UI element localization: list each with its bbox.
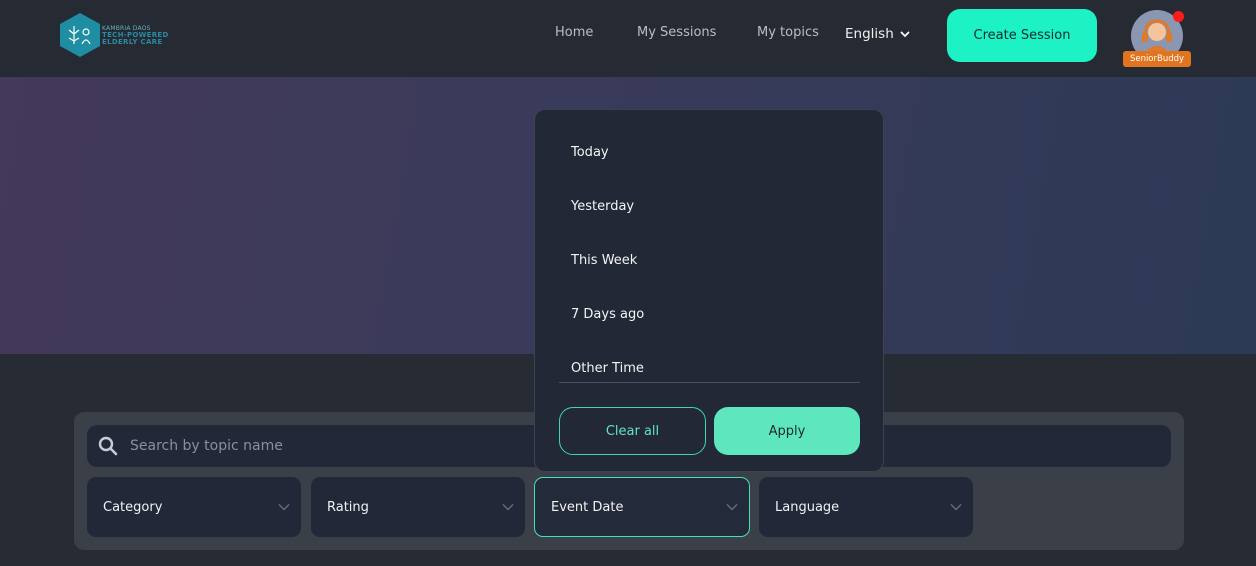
nav-my-topics[interactable]: My topics [757, 25, 819, 40]
language-label: English [845, 26, 894, 42]
chevron-down-icon [726, 504, 738, 511]
user-badge: SeniorBuddy [1123, 51, 1191, 67]
chevron-down-icon [950, 504, 962, 511]
divider [559, 382, 860, 383]
rating-dropdown[interactable]: Rating [311, 477, 525, 537]
rating-label: Rating [327, 499, 369, 515]
date-option-this-week[interactable]: This Week [571, 253, 637, 268]
date-option-today[interactable]: Today [571, 145, 609, 160]
language-dropdown[interactable]: Language [759, 477, 973, 537]
language-selector[interactable]: English [845, 26, 910, 42]
date-option-7-days-ago[interactable]: 7 Days ago [571, 307, 644, 322]
top-header: KAMBRIA DAOS TECH-POWERED ELDERLY CARE H… [0, 0, 1256, 77]
nav-home[interactable]: Home [555, 25, 593, 40]
create-session-button[interactable]: Create Session [947, 9, 1097, 62]
date-option-other-time[interactable]: Other Time [571, 361, 644, 376]
language-filter-label: Language [775, 499, 840, 515]
chevron-down-icon [278, 504, 290, 511]
event-date-popup: Today Yesterday This Week 7 Days ago Oth… [534, 109, 884, 472]
apply-button[interactable]: Apply [714, 407, 860, 455]
chevron-down-icon [502, 504, 514, 511]
nav-my-sessions[interactable]: My Sessions [637, 25, 716, 40]
event-date-dropdown[interactable]: Event Date [534, 477, 750, 537]
clear-all-button[interactable]: Clear all [559, 407, 706, 455]
category-label: Category [103, 499, 163, 515]
notification-dot [1173, 11, 1184, 22]
category-dropdown[interactable]: Category [87, 477, 301, 537]
logo-line3: ELDERLY CARE [102, 37, 163, 46]
event-date-label: Event Date [551, 499, 624, 515]
logo-hex-icon [60, 13, 100, 57]
logo[interactable]: KAMBRIA DAOS TECH-POWERED ELDERLY CARE [58, 12, 169, 58]
date-option-yesterday[interactable]: Yesterday [571, 199, 634, 214]
logo-text: KAMBRIA DAOS TECH-POWERED ELDERLY CARE [102, 25, 169, 46]
chevron-down-icon [900, 31, 910, 37]
search-icon [98, 436, 118, 456]
